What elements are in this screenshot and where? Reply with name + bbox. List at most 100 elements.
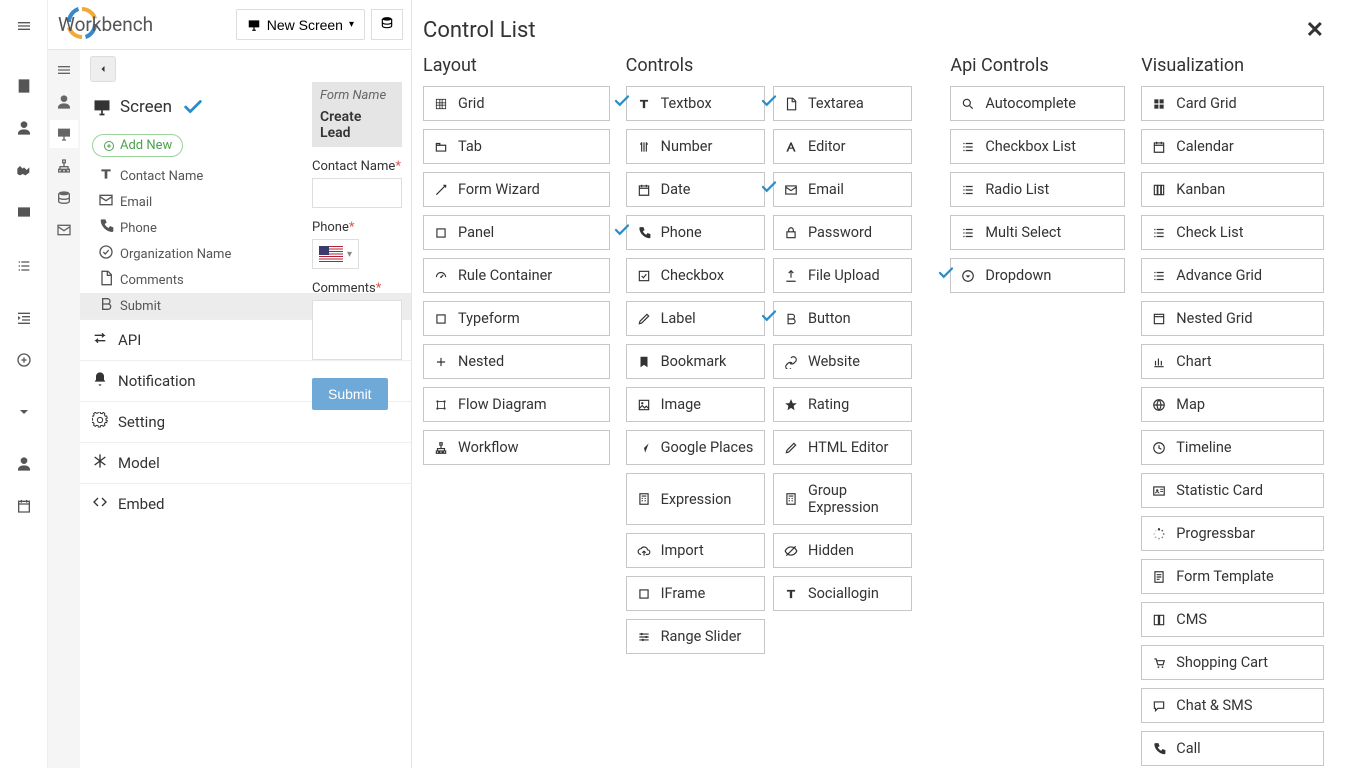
viz-shopping-cart[interactable]: Shopping Cart	[1141, 645, 1324, 680]
nav-expand-icon[interactable]	[6, 394, 42, 430]
ctl-label: Chat & SMS	[1176, 697, 1252, 714]
viz-check-list[interactable]: Check List	[1141, 215, 1324, 250]
viz-call[interactable]: Call	[1141, 731, 1324, 766]
layout-workflow[interactable]: Workflow	[423, 430, 610, 465]
close-icon[interactable]: ✕	[1306, 18, 1324, 43]
control-rating[interactable]: Rating	[773, 387, 912, 422]
control-import[interactable]: Import	[626, 533, 765, 568]
nav-profile-icon[interactable]	[6, 446, 42, 482]
control-hidden[interactable]: Hidden	[773, 533, 912, 568]
nav-building-icon[interactable]	[6, 68, 42, 104]
viz-chat-sms[interactable]: Chat & SMS	[1141, 688, 1324, 723]
tree-leaf-label: Contact Name	[120, 169, 203, 184]
control-expression[interactable]: Expression	[626, 473, 765, 525]
control-textarea[interactable]: Textarea	[773, 86, 912, 121]
control-sociallogin[interactable]: Sociallogin	[773, 576, 912, 611]
submit-button[interactable]: Submit	[312, 378, 388, 410]
flow-icon	[434, 398, 450, 412]
mini-mail-icon[interactable]	[50, 216, 78, 244]
viz-map[interactable]: Map	[1141, 387, 1324, 422]
ctl-label: Panel	[458, 224, 494, 241]
ctl-label: Date	[661, 181, 691, 198]
control-google-places[interactable]: Google Places	[626, 430, 765, 465]
control-email[interactable]: Email	[773, 172, 912, 207]
viz-form-template[interactable]: Form Template	[1141, 559, 1324, 594]
viz-chart[interactable]: Chart	[1141, 344, 1324, 379]
control-file-upload[interactable]: File Upload	[773, 258, 912, 293]
clock-icon	[1152, 441, 1168, 455]
api-autocomplete[interactable]: Autocomplete	[950, 86, 1125, 121]
control-button[interactable]: Button	[773, 301, 912, 336]
control-website[interactable]: Website	[773, 344, 912, 379]
phone-country-selector[interactable]: ▾	[312, 239, 359, 269]
control-label[interactable]: Label	[626, 301, 765, 336]
control-textbox[interactable]: Textbox	[626, 86, 765, 121]
ctl-label: Import	[661, 542, 704, 559]
control-html-editor[interactable]: HTML Editor	[773, 430, 912, 465]
control-number[interactable]: Number	[626, 129, 765, 164]
mini-screen-icon[interactable]	[50, 120, 78, 148]
layout-nested[interactable]: Nested	[423, 344, 610, 379]
control-password[interactable]: Password	[773, 215, 912, 250]
layout-form-wizard[interactable]: Form Wizard	[423, 172, 610, 207]
database-button[interactable]	[371, 9, 403, 40]
control-range-slider[interactable]: Range Slider	[626, 619, 765, 654]
layout-panel[interactable]: Panel	[423, 215, 610, 250]
comments-input[interactable]	[312, 300, 402, 360]
section-model[interactable]: Model	[80, 442, 411, 483]
control-bookmark[interactable]: Bookmark	[626, 344, 765, 379]
add-new-button[interactable]: Add New	[92, 134, 183, 157]
ctl-label: Bookmark	[661, 353, 727, 370]
mini-user-icon[interactable]	[50, 88, 78, 116]
nav-user-icon[interactable]	[6, 110, 42, 146]
ctl-label: Sociallogin	[808, 585, 879, 602]
control-phone[interactable]: Phone	[626, 215, 765, 250]
api-radio-list[interactable]: Radio List	[950, 172, 1125, 207]
layout-tab[interactable]: Tab	[423, 129, 610, 164]
snowflake-icon	[92, 453, 108, 473]
api-multi-select[interactable]: Multi Select	[950, 215, 1125, 250]
contact-name-input[interactable]	[312, 178, 402, 208]
text-icon	[98, 166, 114, 186]
control-group-expression[interactable]: Group Expression	[773, 473, 912, 525]
viz-card-grid[interactable]: Card Grid	[1141, 86, 1324, 121]
api-dropdown[interactable]: Dropdown	[950, 258, 1125, 293]
layout-grid[interactable]: Grid	[423, 86, 610, 121]
checked-icon	[612, 221, 632, 243]
viz-calendar[interactable]: Calendar	[1141, 129, 1324, 164]
mini-db-icon[interactable]	[50, 184, 78, 212]
nav-calendar-icon[interactable]	[6, 488, 42, 524]
square-icon	[637, 587, 653, 601]
control-date[interactable]: Date	[626, 172, 765, 207]
back-button[interactable]	[90, 56, 116, 82]
control-iframe[interactable]: IFrame	[626, 576, 765, 611]
viz-advance-grid[interactable]: Advance Grid	[1141, 258, 1324, 293]
viz-heading: Visualization	[1141, 55, 1324, 76]
nav-target-icon[interactable]	[6, 342, 42, 378]
id-card-icon	[1152, 484, 1168, 498]
nav-card-icon[interactable]	[6, 194, 42, 230]
section-embed[interactable]: Embed	[80, 483, 411, 524]
viz-progressbar[interactable]: Progressbar	[1141, 516, 1324, 551]
control-image[interactable]: Image	[626, 387, 765, 422]
nav-handshake-icon[interactable]	[6, 152, 42, 188]
viz-nested-grid[interactable]: Nested Grid	[1141, 301, 1324, 336]
control-editor[interactable]: Editor	[773, 129, 912, 164]
viz-timeline[interactable]: Timeline	[1141, 430, 1324, 465]
viz-cms[interactable]: CMS	[1141, 602, 1324, 637]
mini-menu-icon[interactable]	[50, 56, 78, 84]
menu-toggle-icon[interactable]	[6, 8, 42, 44]
layout-flow-diagram[interactable]: Flow Diagram	[423, 387, 610, 422]
new-screen-button[interactable]: New Screen ▾	[236, 9, 365, 40]
api-checkbox-list[interactable]: Checkbox List	[950, 129, 1125, 164]
viz-statistic-card[interactable]: Statistic Card	[1141, 473, 1324, 508]
nav-indent-icon[interactable]	[6, 300, 42, 336]
nav-list-icon[interactable]	[6, 248, 42, 284]
text-icon	[784, 587, 800, 601]
viz-kanban[interactable]: Kanban	[1141, 172, 1324, 207]
mini-sitemap-icon[interactable]	[50, 152, 78, 180]
control-checkbox[interactable]: Checkbox	[626, 258, 765, 293]
layout-rule-container[interactable]: Rule Container	[423, 258, 610, 293]
checklist-icon	[1152, 226, 1168, 240]
layout-typeform[interactable]: Typeform	[423, 301, 610, 336]
